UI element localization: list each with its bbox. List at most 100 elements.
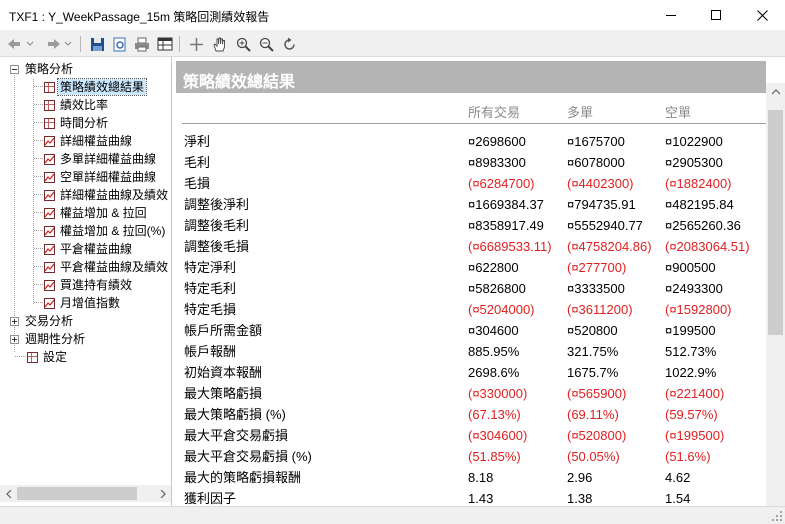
table-row: 最大平倉交易虧損 (¤304600) (¤520800) (¤199500) [176, 427, 766, 448]
tree-item-label: 詳細權益曲線及績效 [60, 188, 169, 202]
row-label: 淨利 [184, 134, 211, 149]
preview-button[interactable] [110, 35, 128, 53]
scroll-left-button[interactable] [0, 485, 17, 502]
cell-value: (69.11%) [567, 407, 619, 422]
cell-value: ¤5826800 [468, 281, 526, 296]
save-button[interactable] [88, 35, 106, 53]
expand-icon[interactable] [10, 316, 19, 326]
table-row: 調整後毛損 (¤6689533.11) (¤4758204.86) (¤2083064… [176, 238, 766, 259]
cell-value: (¤330000) [468, 386, 528, 401]
tree-horizontal-scrollbar[interactable] [0, 485, 171, 502]
tree-group-label: 交易分析 [25, 314, 74, 328]
cell-value: 1022.9% [665, 365, 717, 380]
collapse-icon[interactable] [10, 64, 19, 74]
minimize-button[interactable] [649, 0, 694, 31]
row-label: 調整後淨利 [184, 197, 250, 212]
tree-item[interactable]: 詳細權益曲線 [44, 132, 134, 150]
expand-icon[interactable] [10, 334, 19, 344]
scroll-up-button[interactable] [766, 83, 785, 100]
chart-icon [44, 135, 55, 147]
cell-value: 321.75% [567, 344, 619, 359]
cell-value: (¤221400) [665, 386, 725, 401]
cell-value: ¤304600 [468, 323, 519, 338]
hand-button[interactable] [210, 35, 228, 53]
tree-item[interactable]: 多單詳細權益曲線 [44, 150, 158, 168]
row-label: 特定毛損 [184, 302, 237, 317]
navigation-tree: 策略分析 交易分析 週期性分析 設定 策略績效總結果 績效比率時間分析詳細權益曲線… [0, 57, 172, 506]
tree-connector [34, 230, 43, 231]
tree-connector [34, 104, 43, 105]
tree-connector [34, 194, 43, 195]
cell-value: 1.43 [468, 491, 494, 506]
tree-item[interactable]: 權益增加 & 拉回 [44, 204, 149, 222]
column-header-long: 多單 [567, 105, 594, 120]
tree-item-label: 時間分析 [60, 116, 109, 130]
tree-item-settings[interactable]: 設定 [27, 348, 69, 366]
print-button[interactable] [133, 35, 151, 53]
table-row: 毛損 (¤6284700) (¤4402300) (¤1882400) [176, 175, 766, 196]
tree-group-periodic-analysis[interactable]: 週期性分析 [10, 330, 87, 348]
cell-value: (¤277700) [567, 260, 627, 275]
report-vertical-scrollbar[interactable] [766, 83, 785, 506]
table-row: 帳戶所需金額 ¤304600 ¤520800 ¤199500 [176, 322, 766, 343]
cell-value: ¤794735.91 [567, 197, 636, 212]
tree-item[interactable]: 買進持有績效 [44, 276, 134, 294]
row-label: 最大平倉交易虧損 [184, 428, 289, 443]
close-button[interactable] [740, 0, 785, 31]
forward-button[interactable] [44, 35, 62, 53]
crosshair-button[interactable] [187, 35, 205, 53]
back-dropdown[interactable] [25, 35, 35, 53]
tree-item-label: 權益增加 & 拉回(%) [60, 224, 166, 238]
zoom-in-button[interactable] [234, 35, 252, 53]
row-label: 最大的策略虧損報酬 [184, 470, 302, 485]
tree-item[interactable]: 績效比率 [44, 96, 110, 114]
maximize-button[interactable] [694, 0, 739, 31]
forward-dropdown[interactable] [63, 35, 73, 53]
tree-item-label: 權益增加 & 拉回 [60, 206, 147, 220]
zoom-out-button[interactable] [257, 35, 275, 53]
cell-value: (¤3611200) [567, 302, 633, 317]
table-row: 特定毛損 (¤5204000) (¤3611200) (¤1592800) [176, 301, 766, 322]
tree-item[interactable]: 時間分析 [44, 114, 110, 132]
tree-group-strategy-analysis[interactable]: 策略分析 [10, 60, 75, 78]
tree-connector [34, 158, 43, 159]
tree-item[interactable]: 平倉權益曲線及績效 [44, 258, 170, 276]
table-button[interactable] [156, 35, 174, 53]
tree-connector [34, 266, 43, 267]
cell-value: ¤1675700 [567, 134, 625, 149]
refresh-button[interactable] [280, 35, 298, 53]
window-title: TXF1 : Y_WeekPassage_15m 策略回測績效報告 [9, 10, 270, 24]
cell-value: ¤199500 [665, 323, 716, 338]
cell-value: ¤482195.84 [665, 197, 734, 212]
tree-connector [33, 79, 34, 304]
grid-icon [44, 99, 55, 111]
cell-value: (¤5204000) [468, 302, 535, 317]
scroll-thumb[interactable] [17, 487, 137, 500]
resize-grip-icon[interactable] [771, 510, 783, 522]
scroll-thumb[interactable] [768, 110, 783, 335]
crosshair-icon [189, 37, 203, 51]
tree-item[interactable]: 詳細權益曲線及績效 [44, 186, 170, 204]
cell-value: 512.73% [665, 344, 717, 359]
tree-item[interactable]: 權益增加 & 拉回(%) [44, 222, 167, 240]
tree-item[interactable]: 月增值指數 [44, 294, 122, 312]
tree-item[interactable]: 空單詳細權益曲線 [44, 168, 158, 186]
table-row: 調整後毛利 ¤8358917.49 ¤5552940.77 ¤2565260.36 [176, 217, 766, 238]
maximize-icon [711, 10, 721, 20]
cell-value: ¤2905300 [665, 155, 723, 170]
tree-group-trade-analysis[interactable]: 交易分析 [10, 312, 75, 330]
forward-icon [48, 39, 60, 49]
cell-value: (67.13%) [468, 407, 521, 422]
cell-value: ¤2493300 [665, 281, 723, 296]
scroll-right-button[interactable] [154, 485, 171, 502]
tree-item[interactable]: 平倉權益曲線 [44, 240, 134, 258]
back-button[interactable] [6, 35, 24, 53]
grid-icon [44, 117, 55, 129]
table-row: 獲利因子 1.43 1.38 1.54 [176, 490, 766, 506]
tree-item[interactable]: 策略績效總結果 [44, 78, 148, 96]
tree-connector [34, 176, 43, 177]
chevron-down-icon [26, 41, 34, 46]
tree-connector [34, 248, 43, 249]
cell-value: 1.38 [567, 491, 593, 506]
report-panel: 策略績效總結果 所有交易 多單 空單 淨利 ¤2698600 ¤1675700 ¤10… [176, 57, 766, 506]
